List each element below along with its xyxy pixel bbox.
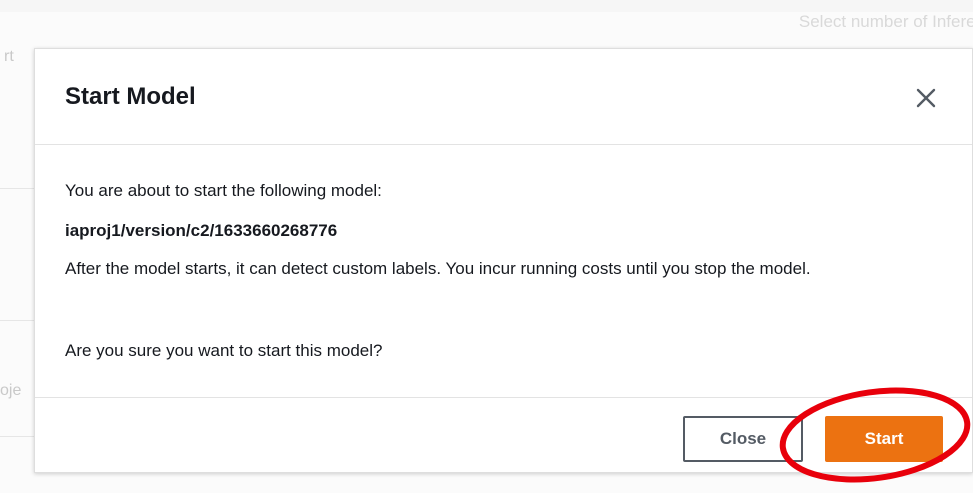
close-button[interactable]: Close — [683, 416, 803, 462]
start-model-dialog: Start Model You are about to start the f… — [34, 48, 973, 473]
background-divider — [0, 188, 36, 189]
dialog-header: Start Model — [35, 49, 972, 145]
dialog-footer: Close Start — [35, 397, 972, 474]
background-divider — [0, 320, 36, 321]
model-name: iaproj1/version/c2/1633660268776 — [65, 221, 338, 240]
background-inference-hint: Select number of Inference — [798, 12, 973, 31]
background-left-text: oje — [0, 382, 22, 399]
background-divider — [0, 436, 36, 437]
intro-text: You are about to start the following mod… — [65, 181, 382, 200]
screen: Select number of Inference rt oje Start … — [0, 0, 973, 493]
start-button[interactable]: Start — [825, 416, 943, 462]
description-text: After the model starts, it can detect cu… — [65, 259, 811, 278]
confirm-question: Are you sure you want to start this mode… — [65, 341, 383, 360]
dialog-title: Start Model — [65, 83, 196, 110]
close-icon[interactable] — [909, 81, 943, 115]
background-left-text: rt — [4, 48, 14, 65]
